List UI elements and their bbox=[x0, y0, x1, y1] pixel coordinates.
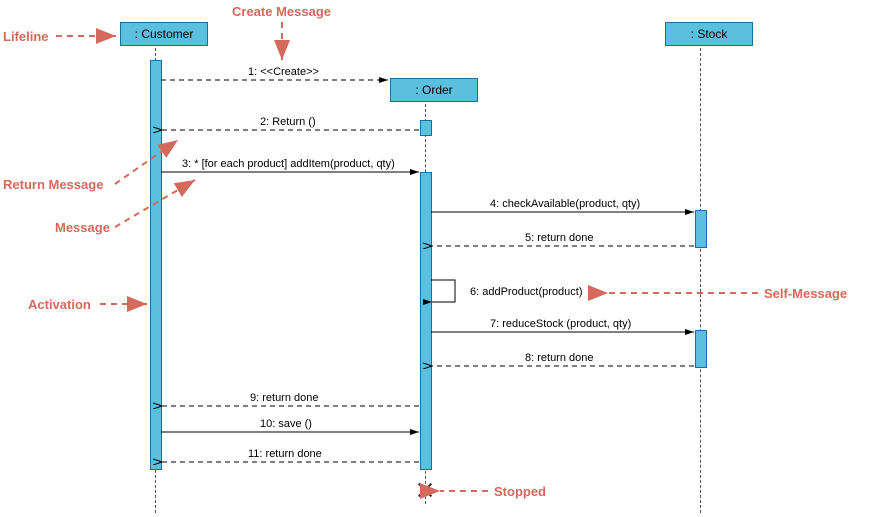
sequence-diagram: : Customer : Order : Stock 1: <<Create>>… bbox=[0, 0, 870, 517]
arrows-layer bbox=[0, 0, 870, 517]
